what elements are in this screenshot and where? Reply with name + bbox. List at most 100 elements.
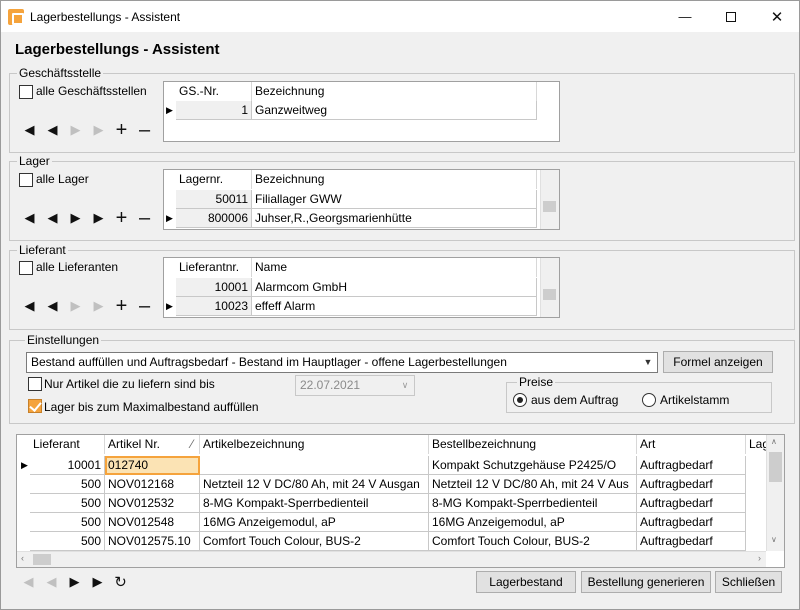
column-header[interactable]: Name	[252, 258, 537, 277]
alle-lieferanten-checkbox[interactable]	[19, 261, 33, 275]
column-header[interactable]: Lieferant	[30, 435, 105, 454]
scroll-thumb[interactable]	[769, 452, 782, 482]
table-cell[interactable]: Ganzweitweg	[252, 101, 537, 120]
scroll-thumb[interactable]	[543, 289, 556, 300]
table-cell[interactable]: Filiallager GWW	[252, 190, 537, 209]
column-header[interactable]: Art	[637, 435, 746, 454]
scroll-thumb[interactable]	[543, 201, 556, 212]
table-cell[interactable]: 500	[30, 513, 105, 532]
table-cell[interactable]: 500	[30, 475, 105, 494]
refresh-icon[interactable]: ↻	[109, 573, 132, 591]
table-cell[interactable]: NOV012532	[105, 494, 200, 513]
next-record-icon[interactable]: ▶	[64, 209, 87, 227]
alle-lager-checkbox[interactable]	[19, 173, 33, 187]
table-cell[interactable]: effeff Alarm	[252, 297, 537, 316]
nur-artikel-checkbox[interactable]	[28, 377, 42, 391]
app-icon	[8, 9, 24, 25]
mode-select[interactable]: Bestand auffüllen und Auftragsbedarf - B…	[26, 352, 658, 373]
radio-aus-dem-auftrag[interactable]	[513, 393, 527, 407]
last-record-icon[interactable]: ▶︎	[86, 573, 109, 591]
bestellung-generieren-button[interactable]: Bestellung generieren	[581, 571, 711, 593]
table-cell[interactable]: 1	[176, 101, 252, 120]
column-header[interactable]: Bestellbezeichnung	[429, 435, 637, 454]
delete-record-icon[interactable]: –	[133, 119, 156, 141]
vertical-scrollbar[interactable]	[540, 258, 559, 317]
scroll-left-icon[interactable]: ‹	[21, 553, 24, 563]
column-header[interactable]: Bezeichnung	[252, 82, 537, 101]
table-cell[interactable]: 10001	[30, 456, 105, 475]
add-record-icon[interactable]: +	[110, 207, 133, 229]
first-record-icon[interactable]: ◀︎	[18, 297, 41, 315]
date-picker[interactable]: 22.07.2021 ∨	[295, 375, 415, 396]
maximize-button[interactable]	[708, 1, 754, 32]
delete-record-icon[interactable]: –	[133, 207, 156, 229]
add-record-icon[interactable]: +	[110, 119, 133, 141]
prev-record-icon[interactable]: ◀	[41, 297, 64, 315]
column-header[interactable]: Lagernr.	[176, 170, 252, 189]
radio-artikelstamm[interactable]	[642, 393, 656, 407]
vertical-scrollbar[interactable]: ∧ ∨	[766, 435, 784, 551]
scroll-up-icon[interactable]: ∧	[771, 437, 777, 446]
table-cell[interactable]: Auftragbedarf	[637, 475, 746, 494]
table-cell[interactable]: 16MG Anzeigemodul, aP	[429, 513, 637, 532]
delete-record-icon[interactable]: –	[133, 295, 156, 317]
table-cell[interactable]: Auftragbedarf	[637, 456, 746, 475]
maximalbestand-checkbox[interactable]	[28, 399, 42, 413]
table-cell[interactable]: Netzteil 12 V DC/80 Ah, mit 24 V Aus	[429, 475, 637, 494]
alle-geschaeftsstellen-checkbox[interactable]	[19, 85, 33, 99]
table-cell[interactable]: Auftragbedarf	[637, 513, 746, 532]
table-cell[interactable]: NOV012548	[105, 513, 200, 532]
scroll-right-icon[interactable]: ›	[758, 553, 761, 563]
column-header[interactable]: GS.-Nr.	[176, 82, 252, 101]
first-record-icon[interactable]: ◀︎	[17, 573, 40, 591]
last-record-icon[interactable]: ▶︎	[87, 209, 110, 227]
prev-record-icon[interactable]: ◀	[41, 209, 64, 227]
minimize-button[interactable]: —	[662, 1, 708, 32]
next-record-icon[interactable]: ▶	[63, 573, 86, 591]
horizontal-scrollbar[interactable]: ‹ ›	[17, 551, 766, 567]
table-cell[interactable]	[200, 456, 429, 475]
table-cell[interactable]: 800006	[176, 209, 252, 228]
table-cell[interactable]: Juhser,R.,Georgsmarienhütte	[252, 209, 537, 228]
table-cell[interactable]: Auftragbedarf	[637, 494, 746, 513]
prev-record-icon[interactable]: ◀	[40, 573, 63, 591]
table-cell[interactable]: 8-MG Kompakt-Sperrbedienteil	[429, 494, 637, 513]
table-cell[interactable]: 10001	[176, 278, 252, 297]
table-cell[interactable]: 50011	[176, 190, 252, 209]
table-cell[interactable]: 16MG Anzeigemodul, aP	[200, 513, 429, 532]
add-record-icon[interactable]: +	[110, 295, 133, 317]
table-cell[interactable]: NOV012575.10	[105, 532, 200, 551]
column-header[interactable]: Artikelbezeichnung	[200, 435, 429, 454]
lagerbestand-button[interactable]: Lagerbestand	[476, 571, 576, 593]
next-record-icon[interactable]: ▶	[64, 121, 87, 139]
table-cell[interactable]: 500	[30, 532, 105, 551]
column-header[interactable]: Artikel Nr. ⁄	[105, 435, 200, 454]
first-record-icon[interactable]: ◀︎	[18, 121, 41, 139]
table-cell[interactable]: 8-MG Kompakt-Sperrbedienteil	[200, 494, 429, 513]
table-cell[interactable]: Kompakt Schutzgehäuse P2425/O	[429, 456, 637, 475]
prev-record-icon[interactable]: ◀	[41, 121, 64, 139]
scroll-thumb[interactable]	[33, 554, 51, 565]
close-button[interactable]: ✕	[754, 1, 800, 32]
table-cell[interactable]: Comfort Touch Colour, BUS-2	[429, 532, 637, 551]
column-header[interactable]: Bezeichnung	[252, 170, 537, 189]
table-cell[interactable]: Auftragbedarf	[637, 532, 746, 551]
table-cell[interactable]: Alarmcom GmbH	[252, 278, 537, 297]
column-header[interactable]: Lag	[746, 435, 768, 454]
last-record-icon[interactable]: ▶︎	[87, 121, 110, 139]
schliessen-button[interactable]: Schließen	[715, 571, 782, 593]
table-cell[interactable]: 500	[30, 494, 105, 513]
first-record-icon[interactable]: ◀︎	[18, 209, 41, 227]
table-cell[interactable]: 012740	[105, 456, 200, 475]
vertical-scrollbar[interactable]	[540, 170, 559, 229]
table-cell[interactable]: NOV012168	[105, 475, 200, 494]
next-record-icon[interactable]: ▶	[64, 297, 87, 315]
table-cell[interactable]: 10023	[176, 297, 252, 316]
last-record-icon[interactable]: ▶︎	[87, 297, 110, 315]
table-cell[interactable]: Netzteil 12 V DC/80 Ah, mit 24 V Ausgan	[200, 475, 429, 494]
table-cell[interactable]: Comfort Touch Colour, BUS-2	[200, 532, 429, 551]
scroll-down-icon[interactable]: ∨	[771, 535, 777, 544]
formel-anzeigen-button[interactable]: Formel anzeigen	[663, 351, 773, 373]
column-header[interactable]: Lieferantnr.	[176, 258, 252, 277]
column-header-label: Artikel Nr.	[108, 437, 161, 451]
